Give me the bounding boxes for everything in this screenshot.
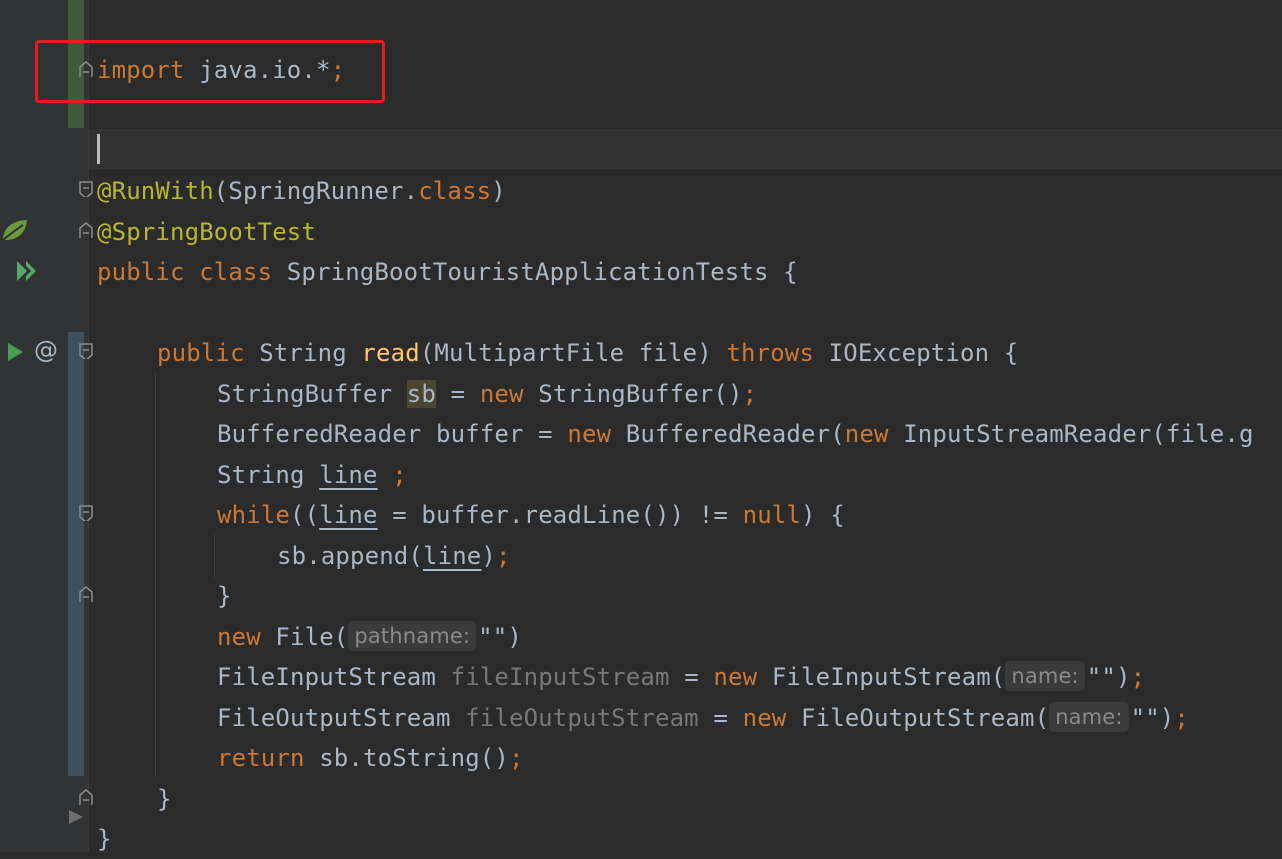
indent-guide [155,372,156,776]
spring-bean-icon[interactable] [0,216,30,244]
run-gutter-icon[interactable] [14,258,42,284]
brace: } [157,785,172,813]
type: StringBuffer [217,380,407,408]
code-line-fileoutputstream[interactable]: FileOutputStream fileOutputStream = new … [217,698,1189,738]
unused-variable: fileInputStream [450,663,670,691]
code-line-return[interactable]: return sb.toString(); [217,738,524,778]
reassigned-variable: line [423,542,482,570]
exception-type: IOException { [814,339,1019,367]
keyword: new [844,420,889,448]
fold-icon[interactable] [78,505,94,521]
type: String [217,461,320,489]
code-line-while[interactable]: while((line = buffer.readLine()) != null… [217,495,845,535]
code-line-springboottest[interactable]: @SpringBootTest [97,212,316,252]
semicolon: ; [742,380,758,408]
expression: = buffer.readLine()) != [377,501,743,529]
paren: ) [481,542,497,570]
constructor: FileInputStream( [757,663,1006,691]
constructor: FileOutputStream( [786,704,1050,732]
current-line-highlight [89,129,1282,169]
keyword: class [418,177,492,205]
text-caret [97,134,100,164]
keyword: public [157,339,245,367]
code-line-while-close[interactable]: } [217,576,232,616]
params: (MultipartFile file) [419,339,727,367]
code-line-method-read[interactable]: public String read(MultipartFile file) t… [157,333,1018,373]
run-test-icon[interactable] [4,340,26,364]
return-type: String [244,339,362,367]
semicolon: ; [509,744,524,772]
code-line-new-file[interactable]: new File(pathname: "") [217,617,522,657]
string-arg: "") [1086,663,1131,691]
highlighted-variable: sb [406,380,436,408]
keyword: new [567,420,612,448]
parameter-hint: pathname: [348,621,477,651]
code-line-method-close[interactable]: } [157,779,172,819]
vcs-change-marker-modified[interactable] [68,332,84,776]
fold-icon[interactable] [78,789,94,805]
constructor: File( [260,623,349,651]
paren: ) { [801,501,845,529]
keyword: while [217,501,290,529]
code-line-class-declaration[interactable]: public class SpringBootTouristApplicatio… [97,252,798,292]
keyword: throws [726,339,815,367]
brace: } [97,825,112,853]
type: FileInputStream [217,663,451,691]
override-annotation-icon[interactable]: @ [34,336,58,364]
collapse-arrow-icon[interactable] [66,806,86,828]
brace: } [217,582,232,610]
operator: = [436,380,480,408]
reassigned-variable: line [319,461,378,489]
string-arg: "") [1130,704,1175,732]
semicolon: ; [1130,663,1146,691]
reassigned-variable: line [319,501,378,529]
parameter-hint: name: [1005,661,1085,691]
declaration: BufferedReader buffer = [217,420,568,448]
code-line-string-line[interactable]: String line ; [217,455,407,495]
paren: (( [290,501,320,529]
semicolon: ; [496,542,511,570]
annotation: @RunWith [97,177,214,205]
annotation-args: (SpringRunner. [213,177,419,205]
keyword: new [713,663,758,691]
operator: = [698,704,743,732]
keyword: return [217,744,305,772]
parameter-hint: name: [1049,702,1129,732]
fold-icon[interactable] [78,586,94,602]
constructor: InputStreamReader(file.g [888,420,1254,448]
keyword: new [217,623,261,651]
code-line-bufferedreader[interactable]: BufferedReader buffer = new BufferedRead… [217,414,1254,454]
semicolon: ; [377,461,407,489]
string-arg: "") [478,623,522,651]
type: FileOutputStream [217,704,466,732]
indent-guide [214,534,215,578]
code-line-append[interactable]: sb.append(line); [277,536,511,576]
unused-variable: fileOutputStream [465,704,699,732]
keyword: new [479,380,524,408]
call: sb.append( [277,542,423,570]
keyword: null [742,501,801,529]
keyword: public class [97,258,273,286]
code-line-stringbuffer[interactable]: StringBuffer sb = new StringBuffer(); [217,374,757,414]
class-name: SpringBootTouristApplicationTests { [272,258,798,286]
expression: sb.toString() [304,744,509,772]
code-line-runwith[interactable]: @RunWith(SpringRunner.class) [97,171,506,211]
fold-icon[interactable] [78,343,94,359]
annotation: @SpringBootTest [97,218,316,246]
fold-icon[interactable] [78,222,94,238]
code-line-class-close[interactable]: } [97,819,112,859]
semicolon: ; [1174,704,1190,732]
fold-icon[interactable] [78,181,94,197]
paren: ) [491,177,506,205]
keyword: new [742,704,787,732]
constructor: StringBuffer() [523,380,743,408]
code-line-fileinputstream[interactable]: FileInputStream fileInputStream = new Fi… [217,657,1145,697]
highlight-annotation-box [35,40,385,103]
constructor: BufferedReader( [611,420,845,448]
method-name: read [361,339,420,367]
operator: = [669,663,714,691]
